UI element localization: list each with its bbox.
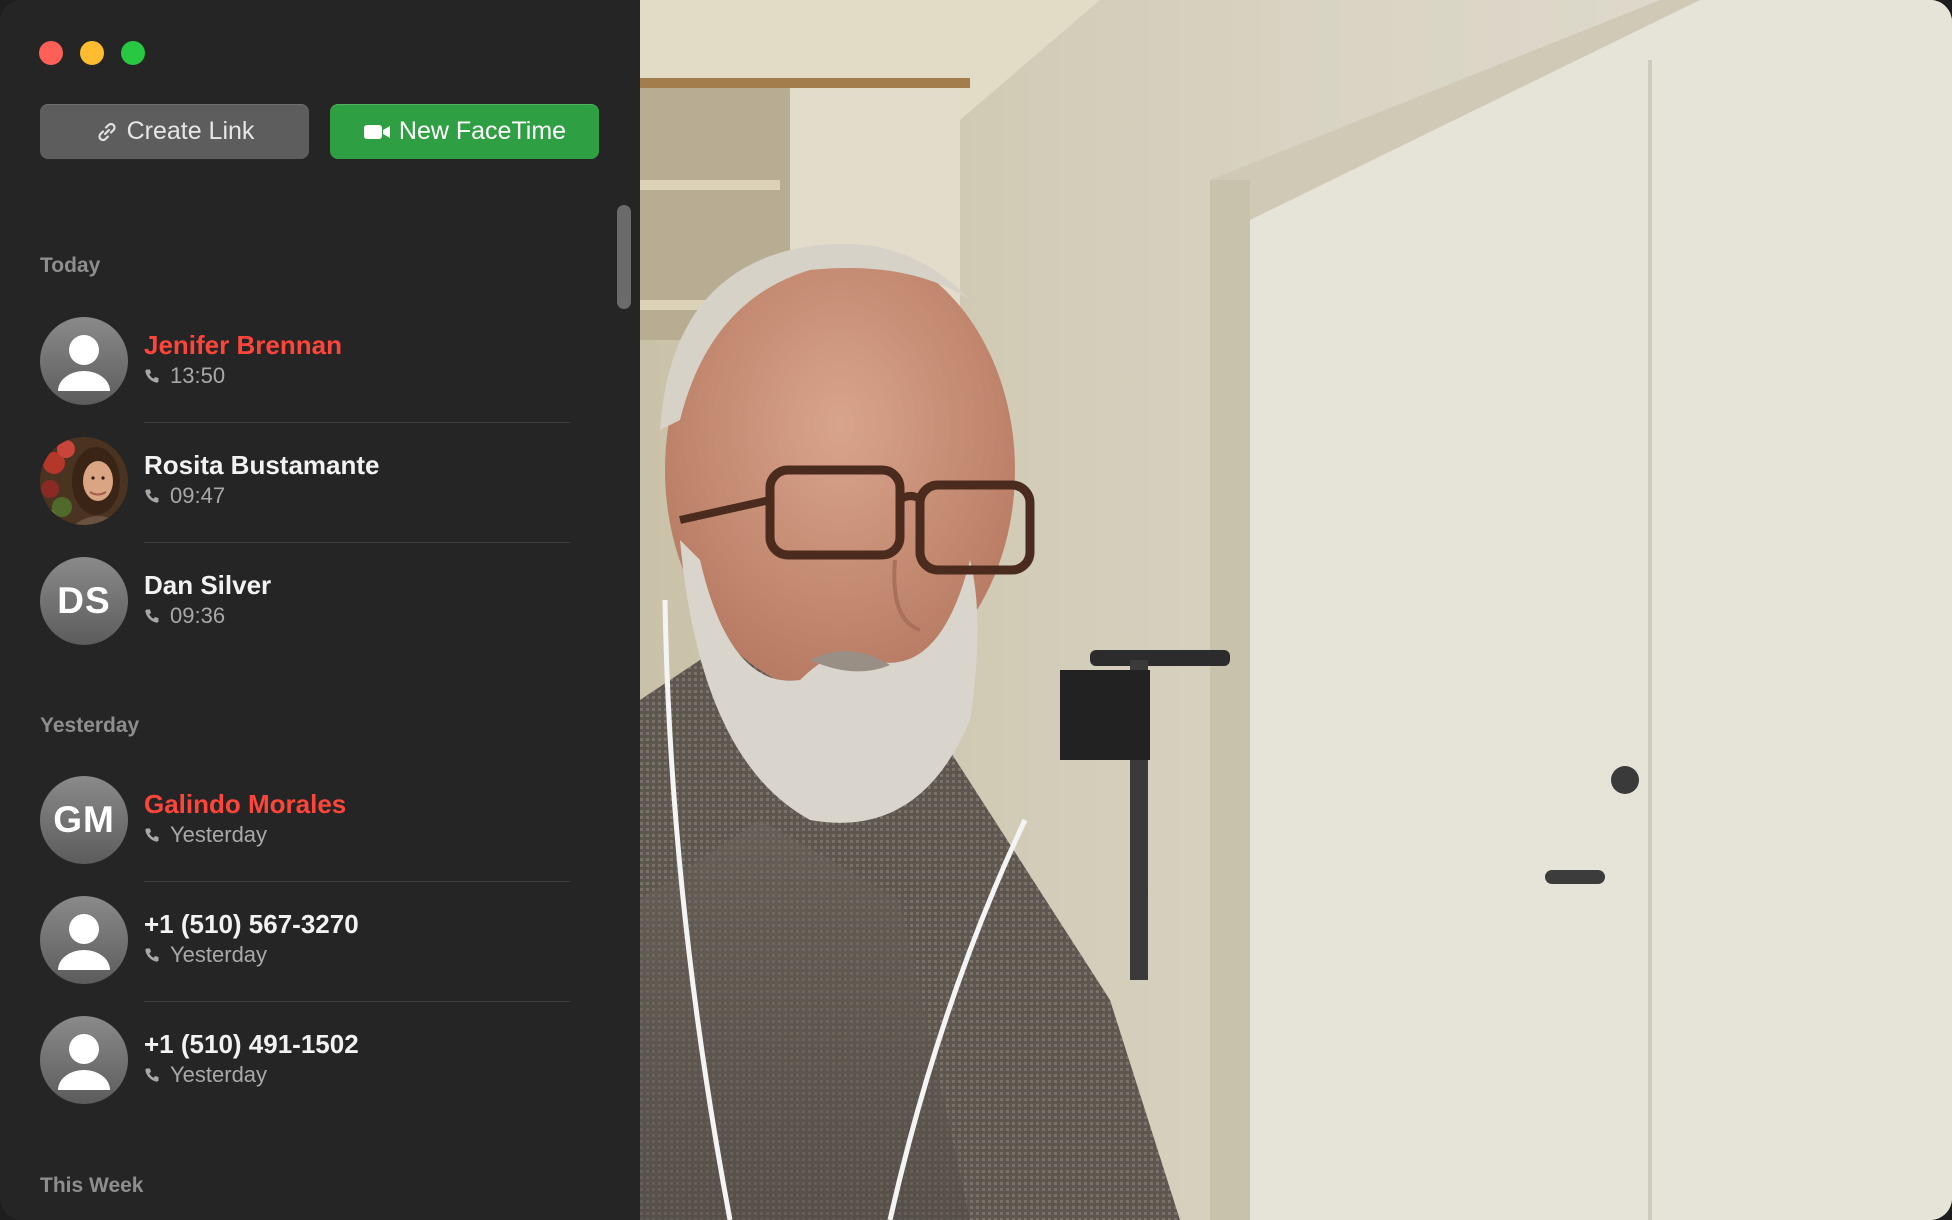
call-detail: Yesterday bbox=[144, 942, 267, 968]
call-row-galindo-morales[interactable]: GM Galindo Morales Yesterday bbox=[40, 772, 570, 882]
call-time: 13:50 bbox=[170, 363, 226, 388]
initials-avatar: GM bbox=[40, 776, 128, 864]
phone-icon bbox=[145, 1068, 159, 1082]
camera-feed-illustration bbox=[640, 0, 1952, 1220]
initials-avatar: DS bbox=[40, 557, 128, 645]
row-divider bbox=[144, 542, 570, 543]
call-time: Yesterday bbox=[170, 942, 268, 967]
call-row-jenifer-brennan[interactable]: Jenifer Brennan 13:50 bbox=[40, 313, 570, 423]
call-row-510-567-3270[interactable]: +1 (510) 567-3270 Yesterday bbox=[40, 892, 570, 1002]
phone-icon bbox=[145, 948, 159, 962]
zoom-button[interactable] bbox=[121, 41, 145, 65]
scrollbar-thumb[interactable] bbox=[617, 205, 631, 309]
new-facetime-label: New FaceTime bbox=[398, 117, 567, 145]
call-time: 09:47 bbox=[170, 483, 226, 508]
call-time: Yesterday bbox=[170, 822, 268, 847]
person-placeholder-icon bbox=[40, 317, 128, 405]
phone-icon bbox=[145, 369, 159, 383]
contact-name: Jenifer Brennan bbox=[144, 330, 342, 360]
sidebar: Create Link New FaceTime Today Jenifer B… bbox=[0, 0, 640, 1220]
facetime-window: Create Link New FaceTime Today Jenifer B… bbox=[0, 0, 1952, 1220]
avatar-initials: GM bbox=[53, 799, 115, 840]
call-row-510-491-1502[interactable]: +1 (510) 491-1502 Yesterday bbox=[40, 1012, 570, 1122]
contact-name: Dan Silver bbox=[144, 570, 272, 600]
contact-name: Rosita Bustamante bbox=[144, 450, 380, 480]
row-divider bbox=[144, 1001, 570, 1002]
call-detail: 13:50 bbox=[144, 363, 225, 389]
call-row-dan-silver[interactable]: DS Dan Silver 09:36 bbox=[40, 553, 570, 663]
contact-name: +1 (510) 491-1502 bbox=[144, 1029, 359, 1059]
call-time: 09:36 bbox=[170, 603, 226, 628]
new-facetime-button[interactable]: New FaceTime bbox=[330, 104, 599, 159]
contact-name: +1 (510) 567-3270 bbox=[144, 909, 359, 939]
row-divider bbox=[144, 881, 570, 882]
call-time: Yesterday bbox=[170, 1062, 268, 1087]
close-button[interactable] bbox=[39, 41, 63, 65]
call-row-rosita-bustamante[interactable]: Rosita Bustamante 09:47 bbox=[40, 433, 570, 543]
phone-icon bbox=[145, 828, 159, 842]
contact-name: Galindo Morales bbox=[144, 789, 347, 819]
person-placeholder-icon bbox=[40, 1016, 128, 1104]
phone-icon bbox=[145, 609, 159, 623]
phone-icon bbox=[145, 489, 159, 503]
section-header-today: Today bbox=[40, 254, 101, 277]
section-header-this-week: This Week bbox=[40, 1174, 144, 1197]
camera-preview bbox=[640, 0, 1952, 1220]
contact-photo-avatar bbox=[40, 437, 128, 525]
video-camera-icon bbox=[363, 124, 390, 139]
create-link-button[interactable]: Create Link bbox=[40, 104, 309, 159]
minimize-button[interactable] bbox=[80, 41, 104, 65]
window-controls bbox=[39, 41, 145, 65]
call-detail: Yesterday bbox=[144, 1062, 267, 1088]
row-divider bbox=[144, 422, 570, 423]
link-icon bbox=[97, 122, 116, 141]
avatar-initials: DS bbox=[57, 580, 111, 621]
call-detail: 09:36 bbox=[144, 603, 225, 629]
section-header-yesterday: Yesterday bbox=[40, 714, 140, 737]
call-detail: Yesterday bbox=[144, 822, 267, 848]
call-detail: 09:47 bbox=[144, 483, 225, 509]
create-link-label: Create Link bbox=[126, 117, 255, 145]
person-placeholder-icon bbox=[40, 896, 128, 984]
